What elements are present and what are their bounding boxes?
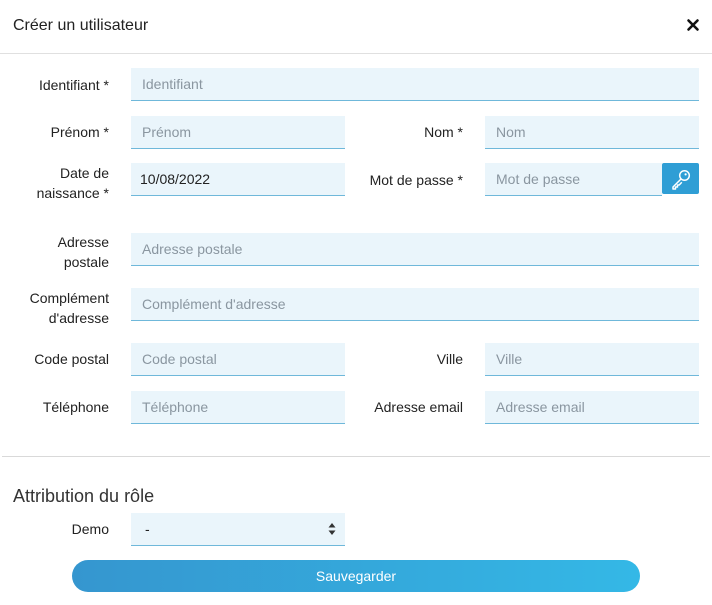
role-section-title: Attribution du rôle bbox=[13, 486, 155, 506]
code-postal-label: Code postal bbox=[34, 351, 109, 367]
date-naissance-label-line2: naissance * bbox=[36, 185, 109, 201]
demo-role-selected-value: - bbox=[145, 521, 150, 537]
nom-label: Nom * bbox=[424, 124, 463, 140]
telephone-label: Téléphone bbox=[42, 399, 109, 415]
prenom-input[interactable] bbox=[131, 116, 345, 149]
adresse-postale-label-line2: postale bbox=[63, 254, 109, 270]
code-postal-input[interactable] bbox=[131, 343, 345, 376]
ville-input[interactable] bbox=[485, 343, 699, 376]
date-naissance-label-line1: Date de bbox=[59, 165, 109, 181]
demo-role-select[interactable]: - bbox=[131, 513, 345, 546]
demo-label: Demo bbox=[71, 521, 109, 537]
adresse-postale-label-line1: Adresse bbox=[57, 234, 109, 250]
date-naissance-label: Date de naissance * bbox=[37, 163, 109, 203]
email-input[interactable] bbox=[485, 391, 699, 424]
mot-de-passe-label: Mot de passe * bbox=[369, 172, 463, 188]
close-button[interactable] bbox=[684, 16, 702, 34]
complement-label-line1: Complément bbox=[29, 290, 109, 306]
generate-password-button[interactable] bbox=[662, 163, 699, 194]
header-divider bbox=[0, 53, 712, 54]
date-naissance-input[interactable] bbox=[131, 163, 345, 196]
complement-label-line2: d'adresse bbox=[48, 310, 109, 326]
dialog-title: Créer un utilisateur bbox=[13, 17, 149, 34]
ville-label: Ville bbox=[436, 351, 463, 367]
save-button[interactable]: Sauvegarder bbox=[72, 560, 640, 592]
identifiant-input[interactable] bbox=[131, 68, 699, 101]
complement-input[interactable] bbox=[131, 288, 699, 321]
close-icon bbox=[687, 19, 699, 31]
identifiant-label: Identifiant * bbox=[38, 77, 109, 93]
adresse-postale-input[interactable] bbox=[131, 233, 699, 266]
section-divider bbox=[2, 456, 710, 457]
prenom-label: Prénom * bbox=[50, 124, 109, 140]
email-label: Adresse email bbox=[374, 399, 463, 415]
adresse-postale-label: Adresse postale bbox=[58, 232, 109, 272]
nom-input[interactable] bbox=[485, 116, 699, 149]
telephone-input[interactable] bbox=[131, 391, 345, 424]
mot-de-passe-input[interactable] bbox=[485, 163, 662, 196]
key-icon bbox=[672, 169, 691, 190]
select-arrows-icon bbox=[328, 523, 336, 535]
complement-label: Complément d'adresse bbox=[30, 288, 109, 328]
